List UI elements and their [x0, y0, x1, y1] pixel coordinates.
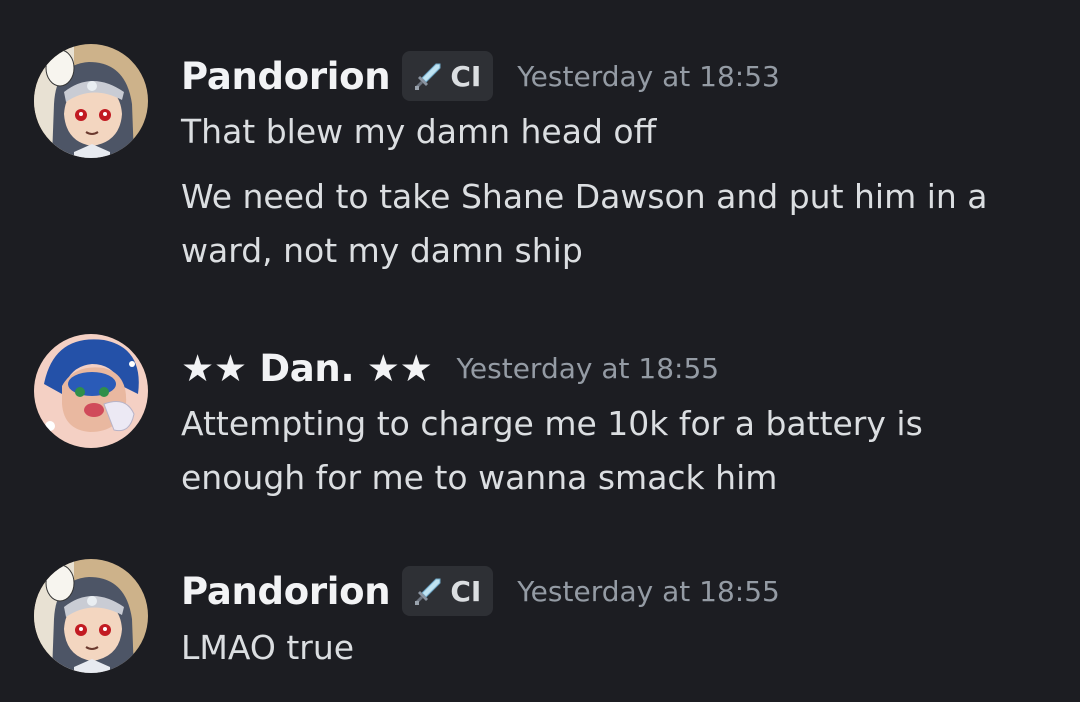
- timestamp[interactable]: Yesterday at 18:55: [517, 575, 780, 608]
- message-header: Pandorion CI Yesterday at 18:55: [181, 566, 780, 616]
- sword-icon: [415, 63, 441, 90]
- anime-girl-avatar-icon: [34, 44, 148, 158]
- message-text: Attempting to charge me 10k for a batter…: [181, 404, 923, 497]
- username[interactable]: ★★ Dan. ★★: [181, 347, 433, 390]
- guild-tag-label: CI: [450, 574, 482, 608]
- sword-icon: [415, 578, 441, 605]
- blue-hedgehog-avatar-icon: [34, 334, 148, 448]
- timestamp[interactable]: Yesterday at 18:55: [457, 352, 720, 385]
- message-header: Pandorion CI Yesterday at 18:53: [181, 51, 780, 101]
- avatar[interactable]: [34, 559, 148, 673]
- avatar[interactable]: [34, 44, 148, 158]
- guild-tag[interactable]: CI: [402, 51, 494, 101]
- message-text: We need to take Shane Dawson and put him…: [181, 177, 988, 270]
- username[interactable]: Pandorion: [181, 570, 391, 613]
- guild-tag-label: CI: [450, 59, 482, 93]
- message-text: LMAO true: [181, 628, 355, 667]
- anime-girl-avatar-icon: [34, 559, 148, 673]
- timestamp[interactable]: Yesterday at 18:53: [517, 60, 780, 93]
- avatar[interactable]: [34, 334, 148, 448]
- message-text: That blew my damn head off: [181, 112, 657, 151]
- username[interactable]: Pandorion: [181, 55, 391, 98]
- message-header: ★★ Dan. ★★ Yesterday at 18:55: [181, 343, 719, 393]
- guild-tag[interactable]: CI: [402, 566, 494, 616]
